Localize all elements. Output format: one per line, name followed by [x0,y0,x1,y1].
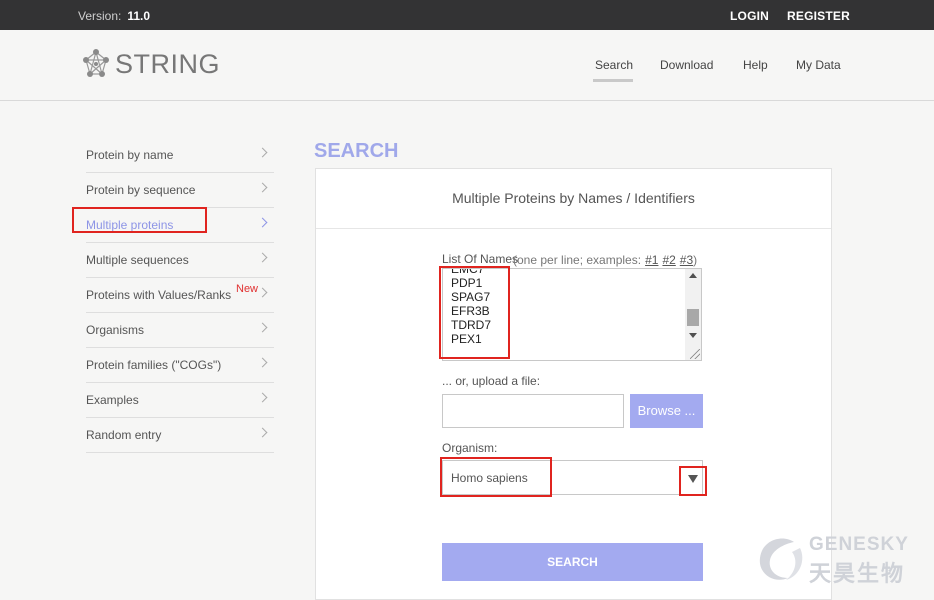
watermark-en: GENESKY [809,534,909,555]
nav-active-indicator [593,79,633,82]
string-network-icon [83,49,109,77]
version-value: 11.0 [127,9,151,23]
chevron-right-icon [257,252,268,263]
sidebar-item-label: Protein families ("COGs") [86,358,222,372]
scroll-down-icon[interactable] [689,333,697,338]
chevron-right-icon [257,392,268,403]
resize-grip-icon[interactable] [690,349,700,359]
chevron-right-icon [257,147,268,158]
version-label: Version: [78,9,122,23]
version-info: Version: 11.0 [78,9,150,23]
sidebar-item-label: Multiple sequences [86,253,189,267]
string-logo[interactable]: STRING [80,48,220,80]
organism-label: Organism: [442,441,498,455]
top-bar: Version: 11.0 LOGIN REGISTER [0,0,934,30]
nav-my-data[interactable]: My Data [796,58,841,72]
chevron-right-icon [257,182,268,193]
header: STRING [0,30,934,101]
sidebar-item-organisms[interactable]: Organisms [86,313,274,348]
example-2-link[interactable]: #2 [662,253,675,267]
nav-search[interactable]: Search [595,58,633,72]
sidebar-item-examples[interactable]: Examples [86,383,274,418]
nav-download[interactable]: Download [660,58,713,72]
list-hint: (one per line; examples: #1 #2 #3) [513,253,697,267]
scrollbar-thumb[interactable] [687,309,699,326]
watermark-cn: 天昊生物 [809,561,906,586]
scroll-up-icon[interactable] [689,273,697,278]
genesky-watermark: GENESKY 天昊生物 [752,530,922,588]
sidebar-item-label: Random entry [86,428,162,442]
sidebar-item-label: Proteins with Values/Ranks [86,288,232,302]
search-button[interactable]: SEARCH [442,543,703,581]
example-3-link[interactable]: #3 [680,253,693,267]
chevron-right-icon [257,357,268,368]
logo-text: STRING [115,48,221,79]
sidebar-item-proteins-with-values[interactable]: Proteins with Values/Ranks New [86,278,274,313]
chevron-right-icon [257,322,268,333]
sidebar-item-protein-by-name[interactable]: Protein by name [86,138,274,173]
list-hint-close: ) [693,253,698,267]
sidebar-item-protein-families[interactable]: Protein families ("COGs") [86,348,274,383]
panel-title: Multiple Proteins by Names / Identifiers [316,169,831,229]
sidebar-item-label: Protein by name [86,148,174,162]
sidebar-item-label: Protein by sequence [86,183,196,197]
register-link[interactable]: REGISTER [787,9,850,23]
new-badge: New [236,283,259,295]
list-hint-text: (one per line; examples: [513,253,642,267]
highlight-box-names-list [439,266,510,359]
sidebar-item-multiple-sequences[interactable]: Multiple sequences [86,243,274,278]
sidebar: Protein by name Protein by sequence Mult… [86,138,274,453]
highlight-box-dropdown-arrow [679,466,707,496]
chevron-right-icon [257,217,268,228]
upload-label: ... or, upload a file: [442,374,541,388]
example-1-link[interactable]: #1 [645,253,658,267]
sidebar-item-protein-by-sequence[interactable]: Protein by sequence [86,173,274,208]
chevron-right-icon [257,427,268,438]
login-link[interactable]: LOGIN [730,9,769,23]
page-title: SEARCH [314,140,399,162]
nav-help[interactable]: Help [743,58,768,72]
genesky-logo-icon [759,538,803,580]
chevron-right-icon [257,287,268,298]
highlight-box-organism [440,457,552,497]
sidebar-item-random-entry[interactable]: Random entry [86,418,274,453]
sidebar-item-label: Organisms [86,323,145,337]
textarea-scrollbar[interactable] [685,269,701,360]
list-of-names-label: List Of Names [442,252,519,266]
file-path-field[interactable] [442,394,624,428]
highlight-box-multiple-proteins [72,207,207,233]
browse-button[interactable]: Browse ... [630,394,703,428]
sidebar-item-label: Examples [86,393,139,407]
